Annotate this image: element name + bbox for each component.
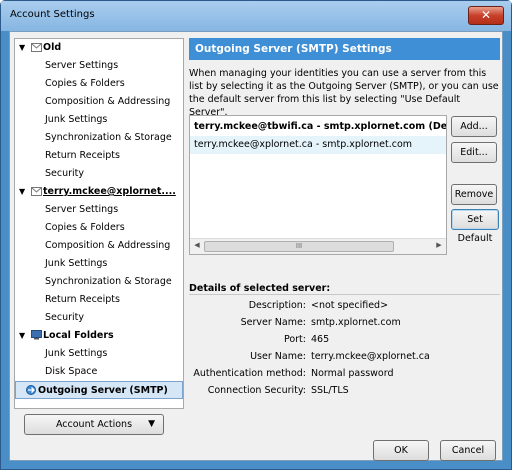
scroll-left-icon[interactable]: ◀	[192, 241, 202, 249]
details-divider	[189, 294, 500, 295]
chevron-down-icon: ▼	[148, 419, 155, 429]
detail-value: smtp.xplornet.com	[311, 317, 401, 328]
tree-item-label: Return Receipts	[45, 150, 120, 161]
scroll-right-icon[interactable]: ▶	[434, 241, 444, 249]
tree-item-copies-folders[interactable]: Copies & Folders	[15, 75, 183, 93]
tree-item-junk[interactable]: Junk Settings	[15, 255, 183, 273]
tree-item-receipts[interactable]: Return Receipts	[15, 147, 183, 165]
account-settings-window: Account Settings ✕ ▼ Old Server Settings …	[0, 0, 512, 470]
detail-key: User Name:	[250, 351, 306, 362]
detail-key: Port:	[283, 334, 306, 345]
tree-item-outgoing-server[interactable]: Outgoing Server (SMTP)	[15, 381, 183, 399]
tree-item-security[interactable]: Security	[15, 165, 183, 183]
remove-button[interactable]: Remove	[451, 184, 497, 205]
detail-key: Description:	[248, 300, 306, 311]
tree-item-label: Disk Space	[45, 366, 98, 377]
tree-account-xplornet[interactable]: ▼ terry.mckee@xplornet....	[15, 183, 183, 201]
tree-item-label: Return Receipts	[45, 294, 120, 305]
tree-item-junk[interactable]: Junk Settings	[15, 111, 183, 129]
tree-item-server-settings[interactable]: Server Settings	[15, 57, 183, 75]
tree-item-label: Server Settings	[45, 60, 119, 71]
detail-value: 465	[311, 334, 330, 345]
tree-item-label: Server Settings	[45, 204, 119, 215]
tree-item-label: Composition & Addressing	[45, 96, 171, 107]
tree-item-junk[interactable]: Junk Settings	[15, 345, 183, 363]
scroll-thumb[interactable]: III	[204, 241, 394, 252]
dialog-client-area: ▼ Old Server Settings Copies & Folders Co…	[9, 31, 503, 461]
mail-icon	[29, 39, 43, 57]
detail-key: Authentication method:	[193, 368, 306, 379]
account-actions-label: Account Actions	[55, 419, 133, 430]
close-button[interactable]: ✕	[468, 6, 504, 25]
tree-item-label: Security	[45, 168, 85, 179]
tree-item-receipts[interactable]: Return Receipts	[15, 291, 183, 309]
tree-item-composition[interactable]: Composition & Addressing	[15, 237, 183, 255]
tree-account-old[interactable]: ▼ Old	[15, 39, 183, 57]
tree-item-label: Outgoing Server (SMTP)	[38, 385, 168, 396]
tree-item-sync[interactable]: Synchronization & Storage	[15, 273, 183, 291]
tree-item-label: Copies & Folders	[45, 222, 125, 233]
tree-item-disk-space[interactable]: Disk Space	[15, 363, 183, 381]
cancel-button[interactable]: Cancel	[440, 440, 496, 461]
account-actions-button[interactable]: Account Actions ▼	[24, 414, 164, 435]
tree-account-local-folders[interactable]: ▼ Local Folders	[15, 327, 183, 345]
tree-item-server-settings[interactable]: Server Settings	[15, 201, 183, 219]
edit-button[interactable]: Edit...	[451, 142, 497, 163]
tree-item-label: Synchronization & Storage	[45, 132, 172, 143]
set-default-button[interactable]: Set Default	[451, 209, 499, 244]
computer-icon	[29, 327, 43, 345]
tree-item-label: Security	[45, 312, 85, 323]
window-title: Account Settings	[10, 9, 95, 20]
detail-value: terry.mckee@xplornet.ca	[311, 351, 430, 362]
chevron-down-icon[interactable]: ▼	[19, 39, 29, 57]
list-item[interactable]: terry.mckee@xplornet.ca - smtp.xplornet.…	[190, 136, 446, 154]
tree-item-label: Junk Settings	[45, 348, 108, 359]
title-bar[interactable]: Account Settings ✕	[1, 1, 511, 31]
detail-key: Server Name:	[240, 317, 306, 328]
detail-key: Connection Security:	[207, 385, 306, 396]
chevron-down-icon[interactable]: ▼	[19, 183, 29, 201]
details-heading: Details of selected server:	[189, 283, 331, 294]
add-button[interactable]: Add...	[451, 116, 497, 137]
list-item[interactable]: terry.mckee@tbwifi.ca - smtp.xplornet.co…	[190, 118, 446, 136]
tree-item-label: Local Folders	[43, 330, 114, 341]
detail-value: <not specified>	[311, 300, 389, 311]
detail-value: Normal password	[311, 368, 394, 379]
panel-description: When managing your identities you can us…	[189, 68, 499, 118]
chevron-down-icon[interactable]: ▼	[19, 327, 29, 345]
tree-item-label: Junk Settings	[45, 114, 108, 125]
horizontal-scrollbar[interactable]: ◀ III ▶	[190, 238, 446, 254]
tree-item-label: Junk Settings	[45, 258, 108, 269]
outgoing-server-icon	[24, 382, 38, 398]
tree-item-label: Copies & Folders	[45, 78, 125, 89]
account-tree[interactable]: ▼ Old Server Settings Copies & Folders Co…	[14, 38, 184, 409]
tree-item-label: terry.mckee@xplornet....	[43, 186, 176, 197]
tree-item-copies-folders[interactable]: Copies & Folders	[15, 219, 183, 237]
tree-item-sync[interactable]: Synchronization & Storage	[15, 129, 183, 147]
tree-item-label: Synchronization & Storage	[45, 276, 172, 287]
smtp-server-list[interactable]: terry.mckee@tbwifi.ca - smtp.xplornet.co…	[189, 115, 447, 255]
tree-item-label: Old	[43, 42, 62, 53]
ok-button[interactable]: OK	[373, 440, 429, 461]
tree-item-composition[interactable]: Composition & Addressing	[15, 93, 183, 111]
tree-item-security[interactable]: Security	[15, 309, 183, 327]
tree-item-label: Composition & Addressing	[45, 240, 171, 251]
detail-value: SSL/TLS	[311, 385, 349, 396]
panel-header: Outgoing Server (SMTP) Settings	[189, 38, 500, 60]
mail-icon	[29, 183, 43, 201]
